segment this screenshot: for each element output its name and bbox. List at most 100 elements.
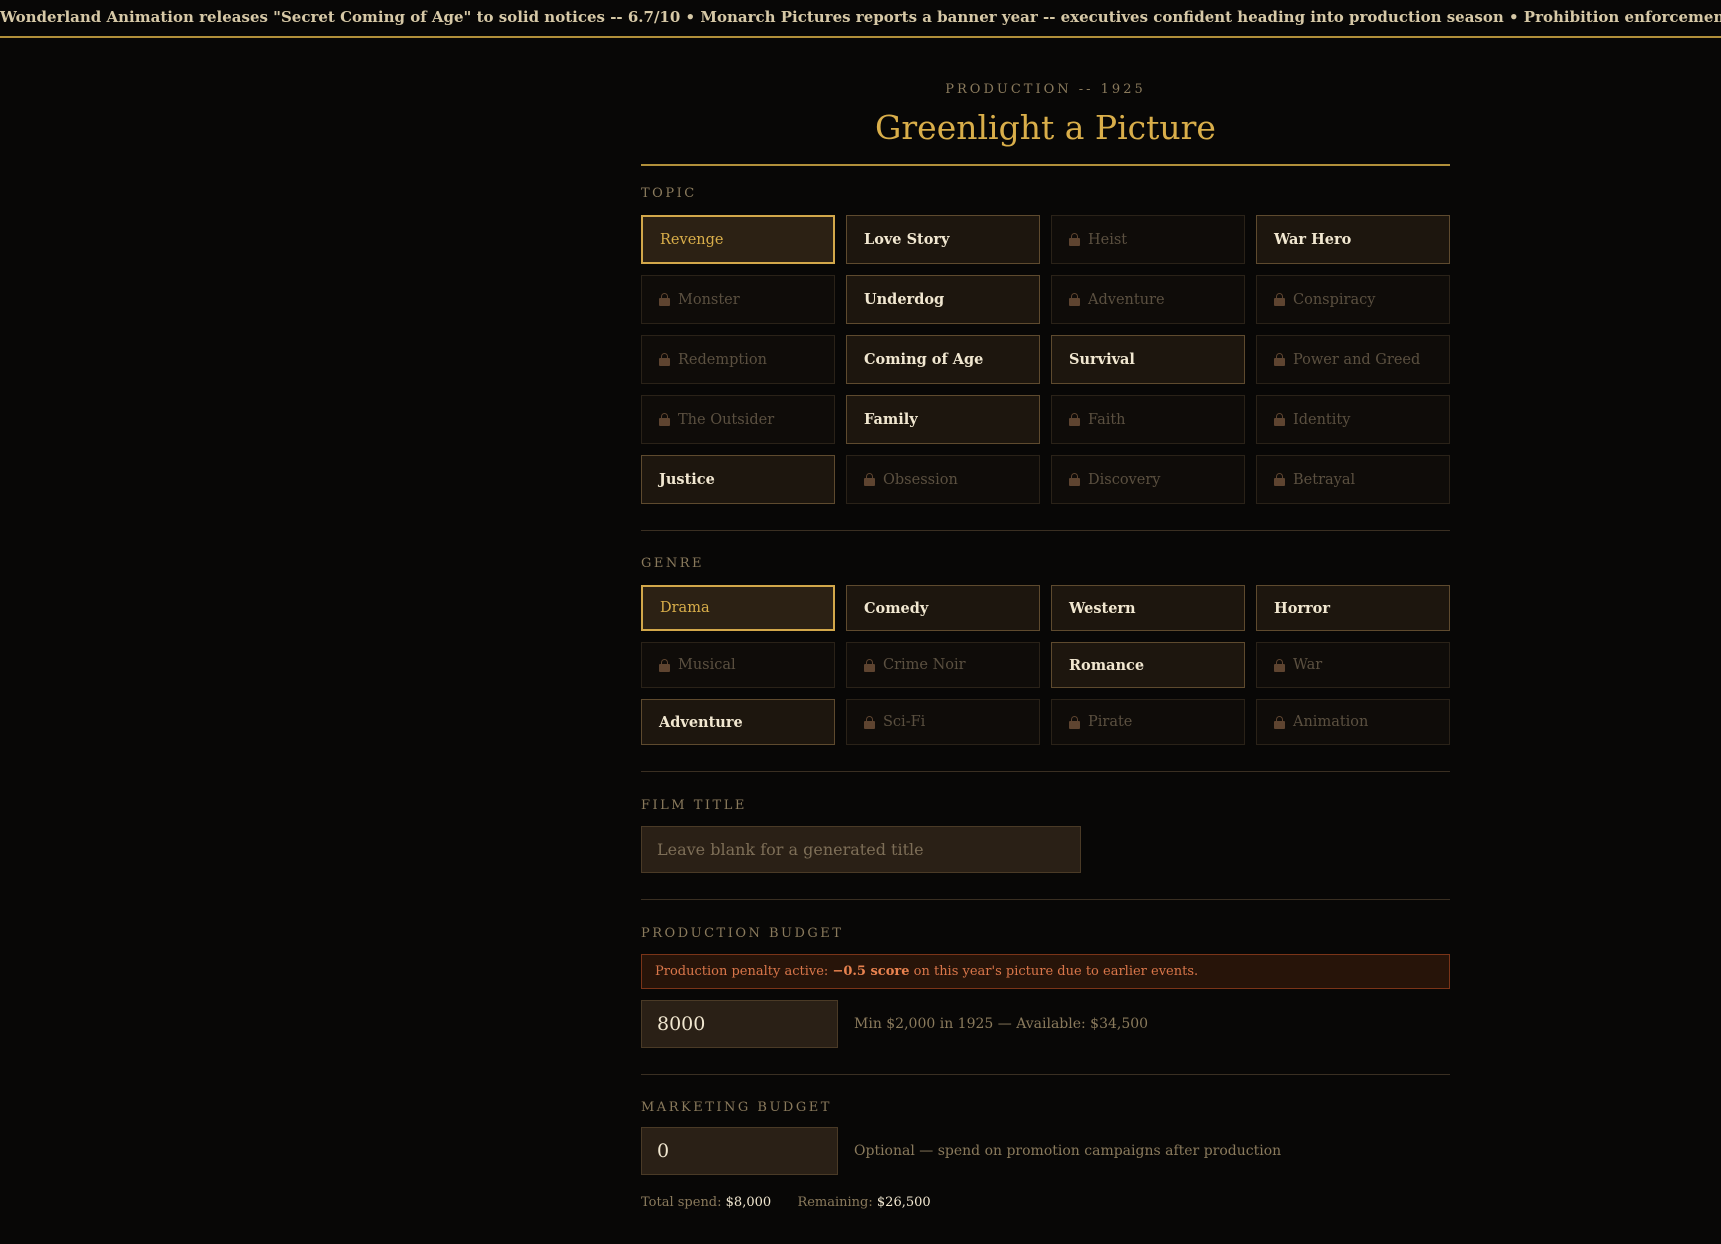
lock-icon bbox=[864, 658, 875, 672]
topic-option-revenge[interactable]: Revenge bbox=[641, 215, 835, 264]
lock-icon bbox=[864, 715, 875, 729]
topic-option-monster-locked: Monster bbox=[641, 275, 835, 324]
topic-option-underdog[interactable]: Underdog bbox=[846, 275, 1040, 324]
lock-icon bbox=[659, 658, 670, 672]
lock-icon bbox=[1274, 293, 1285, 306]
topic-option-label: Justice bbox=[659, 471, 715, 488]
topic-option-label: Family bbox=[864, 411, 918, 428]
penalty-prefix: Production penalty active: bbox=[655, 964, 833, 979]
topic-option-label: Love Story bbox=[864, 231, 950, 248]
topic-option-war-hero[interactable]: War Hero bbox=[1256, 215, 1450, 264]
section-divider bbox=[641, 899, 1450, 900]
marketing-budget-row: Optional — spend on promotion campaigns … bbox=[641, 1127, 1450, 1175]
topic-grid: Revenge Love Story Heist War Hero Monster Und… bbox=[641, 215, 1450, 504]
penalty-notice: Production penalty active: −0.5 score on… bbox=[641, 954, 1450, 989]
marketing-budget-input[interactable] bbox=[641, 1127, 838, 1175]
page-title: Greenlight a Picture bbox=[875, 108, 1216, 147]
topic-option-justice[interactable]: Justice bbox=[641, 455, 835, 504]
lock-icon bbox=[1069, 473, 1080, 486]
genre-option-pirate-locked: Pirate bbox=[1051, 699, 1245, 745]
news-ticker: Wonderland Animation releases "Secret Co… bbox=[0, 0, 1721, 38]
genre-option-romance[interactable]: Romance bbox=[1051, 642, 1245, 688]
genre-option-label: Comedy bbox=[864, 599, 929, 617]
title-divider bbox=[641, 164, 1450, 166]
topic-option-label: Survival bbox=[1069, 351, 1135, 368]
topic-option-label: Underdog bbox=[864, 291, 945, 308]
topic-label: TOPIC bbox=[641, 186, 697, 201]
genre-option-adventure[interactable]: Adventure bbox=[641, 699, 835, 745]
penalty-suffix: on this year's picture due to earlier ev… bbox=[909, 964, 1199, 979]
topic-option-label: Coming of Age bbox=[864, 351, 984, 368]
genre-option-label: Romance bbox=[1069, 656, 1145, 674]
topic-option-betrayal-locked: Betrayal bbox=[1256, 455, 1450, 504]
topic-option-family[interactable]: Family bbox=[846, 395, 1040, 444]
topic-option-label: Revenge bbox=[660, 231, 724, 248]
topic-option-survival[interactable]: Survival bbox=[1051, 335, 1245, 384]
section-divider bbox=[641, 771, 1450, 772]
topic-option-label: Betrayal bbox=[1293, 471, 1356, 488]
greenlight-panel: PRODUCTION -- 1925 Greenlight a Picture … bbox=[641, 82, 1450, 1210]
remaining-value: $26,500 bbox=[876, 1195, 931, 1210]
topic-option-obsession-locked: Obsession bbox=[846, 455, 1040, 504]
genre-option-western[interactable]: Western bbox=[1051, 585, 1245, 631]
topic-option-label: Obsession bbox=[883, 471, 958, 488]
genre-option-drama[interactable]: Drama bbox=[641, 585, 835, 631]
genre-option-label: War bbox=[1293, 657, 1323, 673]
film-title-label: FILM TITLE bbox=[641, 798, 747, 813]
lock-icon bbox=[1274, 715, 1285, 729]
topic-option-discovery-locked: Discovery bbox=[1051, 455, 1245, 504]
topic-option-conspiracy-locked: Conspiracy bbox=[1256, 275, 1450, 324]
genre-option-label: Musical bbox=[678, 657, 736, 673]
genre-option-label: Pirate bbox=[1088, 714, 1133, 730]
lock-icon bbox=[1069, 293, 1080, 306]
genre-option-sci-fi-locked: Sci-Fi bbox=[846, 699, 1040, 745]
genre-option-label: Sci-Fi bbox=[883, 714, 926, 730]
topic-option-label: Redemption bbox=[678, 351, 767, 368]
topic-option-label: Adventure bbox=[1088, 291, 1165, 308]
lock-icon bbox=[659, 413, 670, 426]
topic-option-faith-locked: Faith bbox=[1051, 395, 1245, 444]
topic-option-adventure-locked: Adventure bbox=[1051, 275, 1245, 324]
genre-option-horror[interactable]: Horror bbox=[1256, 585, 1450, 631]
topic-option-label: The Outsider bbox=[678, 411, 775, 428]
genre-option-crime-noir-locked: Crime Noir bbox=[846, 642, 1040, 688]
topic-option-label: Heist bbox=[1088, 231, 1128, 248]
genre-option-animation-locked: Animation bbox=[1256, 699, 1450, 745]
production-budget-input[interactable] bbox=[641, 1000, 838, 1048]
budget-totals: Total spend: $8,000 Remaining: $26,500 bbox=[641, 1195, 1450, 1210]
section-divider bbox=[641, 530, 1450, 531]
topic-option-love-story[interactable]: Love Story bbox=[846, 215, 1040, 264]
marketing-budget-hint: Optional — spend on promotion campaigns … bbox=[854, 1143, 1282, 1159]
genre-option-label: Western bbox=[1069, 599, 1136, 617]
lock-icon bbox=[1069, 233, 1080, 246]
topic-option-redemption-locked: Redemption bbox=[641, 335, 835, 384]
total-spend-label: Total spend: bbox=[641, 1195, 722, 1210]
genre-option-label: Adventure bbox=[659, 713, 743, 731]
genre-option-label: Drama bbox=[660, 600, 710, 616]
marketing-budget-label: MARKETING BUDGET bbox=[641, 1100, 832, 1115]
lock-icon bbox=[1274, 658, 1285, 672]
genre-label: GENRE bbox=[641, 556, 705, 571]
lock-icon bbox=[1274, 413, 1285, 426]
remaining-label: Remaining: bbox=[797, 1195, 873, 1210]
penalty-score: −0.5 score bbox=[832, 964, 910, 979]
genre-grid: Drama Comedy Western Horror Musical Crime Noi… bbox=[641, 585, 1450, 745]
genre-option-comedy[interactable]: Comedy bbox=[846, 585, 1040, 631]
lock-icon bbox=[1274, 353, 1285, 366]
lock-icon bbox=[1069, 413, 1080, 426]
genre-option-label: Crime Noir bbox=[883, 657, 966, 673]
genre-option-musical-locked: Musical bbox=[641, 642, 835, 688]
topic-option-power-and-greed-locked: Power and Greed bbox=[1256, 335, 1450, 384]
lock-icon bbox=[659, 353, 670, 366]
news-ticker-text: Wonderland Animation releases "Secret Co… bbox=[0, 8, 1721, 26]
film-title-input[interactable] bbox=[641, 826, 1081, 873]
topic-option-coming-of-age[interactable]: Coming of Age bbox=[846, 335, 1040, 384]
production-year-eyebrow: PRODUCTION -- 1925 bbox=[945, 82, 1146, 97]
lock-icon bbox=[659, 293, 670, 306]
topic-option-the-outsider-locked: The Outsider bbox=[641, 395, 835, 444]
production-budget-hint: Min $2,000 in 1925 — Available: $34,500 bbox=[854, 1016, 1149, 1032]
genre-option-label: Horror bbox=[1274, 599, 1330, 617]
genre-option-war-locked: War bbox=[1256, 642, 1450, 688]
lock-icon bbox=[864, 473, 875, 486]
topic-option-heist-locked: Heist bbox=[1051, 215, 1245, 264]
